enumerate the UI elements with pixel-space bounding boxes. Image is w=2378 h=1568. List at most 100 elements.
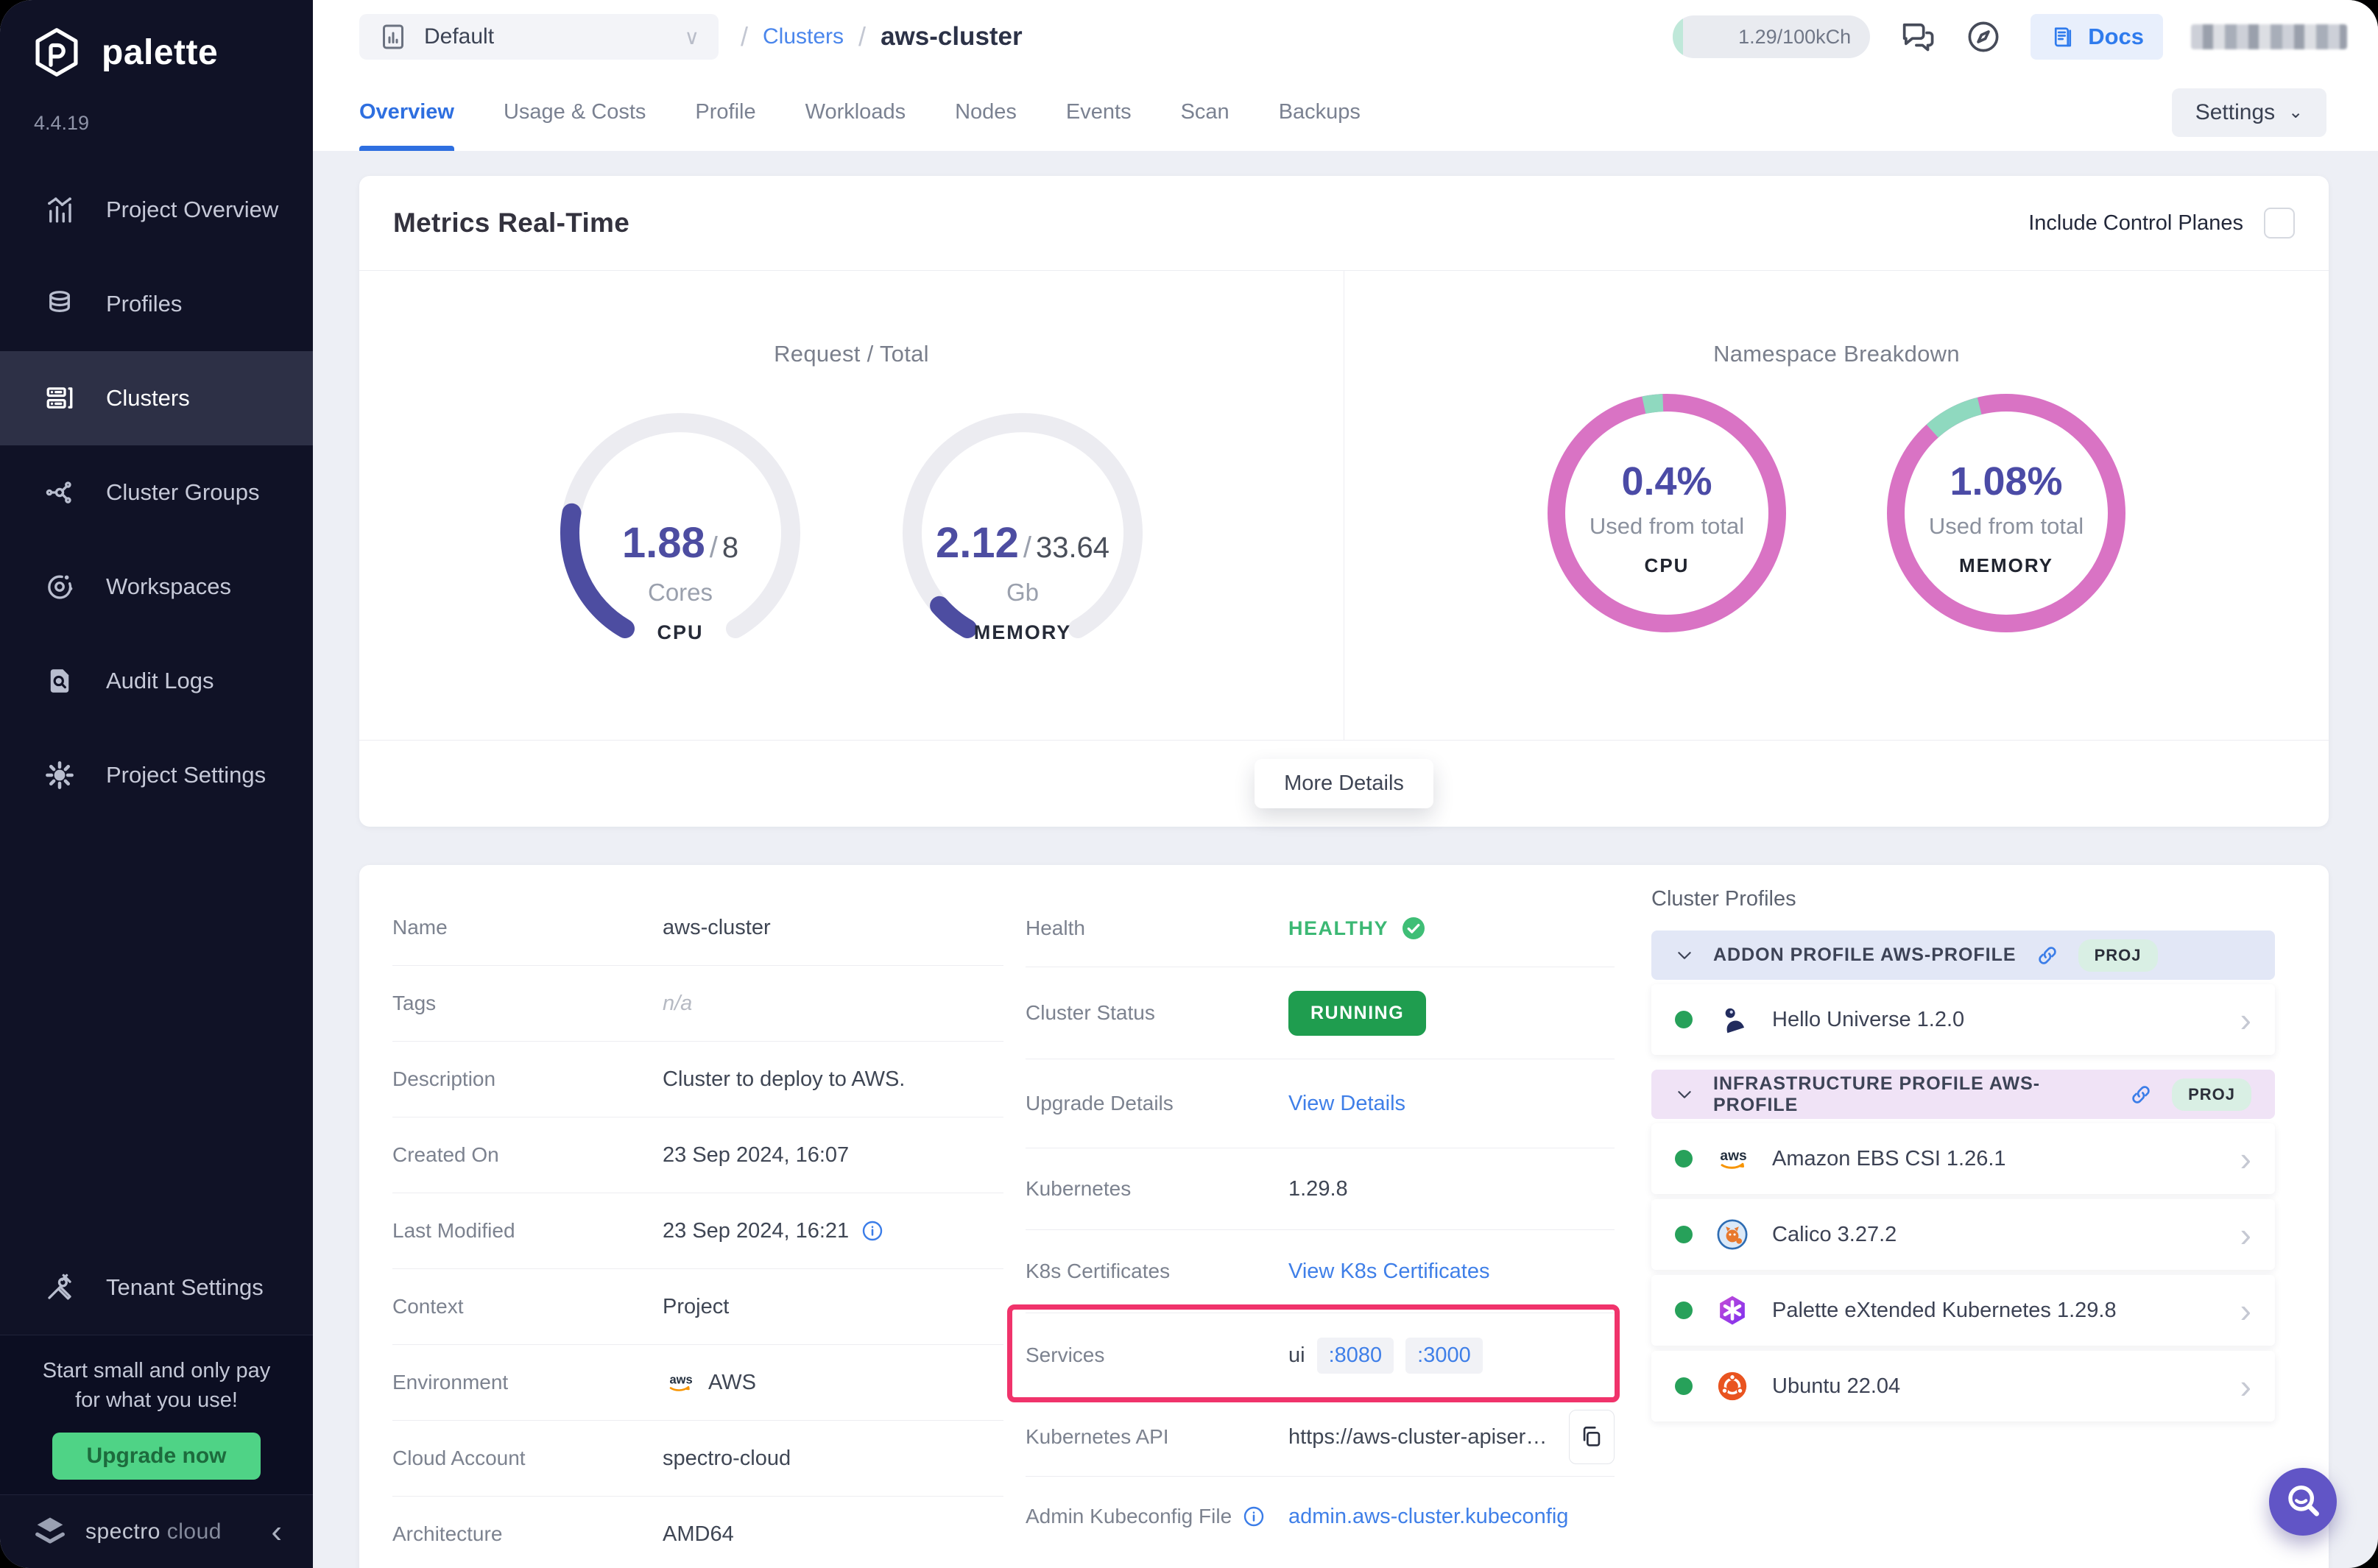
service-name: ui (1288, 1343, 1305, 1368)
profile-pack-hello-universe[interactable]: Hello Universe 1.2.0 › (1651, 984, 2275, 1055)
profile-group-label: INFRASTRUCTURE PROFILE AWS-PROFILE (1713, 1073, 2110, 1116)
tab-overview[interactable]: Overview (359, 74, 454, 151)
namespace-memory-percent: 1.08% (1881, 459, 2131, 504)
magnifier-icon (2282, 1481, 2324, 1522)
layers-icon (43, 289, 77, 319)
upsell-text: Start small and only pay for what you us… (0, 1356, 313, 1415)
detail-value: 23 Sep 2024, 16:21 (663, 1219, 884, 1243)
orbit-icon (43, 571, 77, 602)
profile-pack-ubuntu[interactable]: Ubuntu 22.04 › (1651, 1351, 2275, 1422)
tab-usage-costs[interactable]: Usage & Costs (504, 74, 646, 151)
status-row-k8s-certificates: K8s Certificates View K8s Certificates (1026, 1230, 1615, 1313)
sidebar-item-label: Tenant Settings (106, 1274, 264, 1301)
chevron-down-icon (1675, 946, 1694, 965)
sidebar-item-label: Clusters (106, 385, 190, 412)
addon-profile-header[interactable]: ADDON PROFILE AWS-PROFILE PROJ (1651, 930, 2275, 980)
detail-label: Architecture (392, 1522, 663, 1546)
breadcrumb-separator: / (741, 21, 748, 52)
docs-button[interactable]: Docs (2031, 14, 2163, 60)
cluster-profiles-column: Cluster Profiles ADDON PROFILE AWS-PROFI… (1651, 865, 2296, 1568)
tab-profile[interactable]: Profile (695, 74, 755, 151)
detail-row-architecture: Architecture AMD64 (392, 1497, 1003, 1568)
metrics-header: Metrics Real-Time Include Control Planes (359, 176, 2329, 271)
detail-row-last-modified: Last Modified 23 Sep 2024, 16:21 (392, 1193, 1003, 1269)
proj-scope-badge: PROJ (2172, 1078, 2251, 1111)
sidebar-item-cluster-groups[interactable]: Cluster Groups (0, 445, 313, 540)
service-port-link[interactable]: :3000 (1405, 1338, 1483, 1374)
info-icon[interactable] (861, 1219, 884, 1243)
tools-icon (43, 1272, 77, 1303)
running-status-badge: RUNNING (1288, 991, 1426, 1036)
status-row-health: Health HEALTHY (1026, 890, 1615, 967)
server-icon (43, 383, 77, 414)
floating-search-button[interactable] (2269, 1468, 2337, 1536)
settings-button[interactable]: Settings ⌄ (2172, 88, 2326, 137)
detail-label: Name (392, 916, 663, 939)
project-selector[interactable]: Default ∨ (359, 14, 719, 60)
detail-label: Environment (392, 1371, 663, 1394)
detail-label: Context (392, 1295, 663, 1318)
upsell-panel: Start small and only pay for what you us… (0, 1335, 313, 1494)
status-row-services: Services ui :8080 :3000 (1026, 1313, 1615, 1398)
chat-icon[interactable] (1898, 18, 1936, 56)
gear-icon (43, 760, 77, 791)
sidebar-item-project-overview[interactable]: Project Overview (0, 163, 313, 257)
include-control-planes-checkbox[interactable] (2264, 208, 2295, 239)
status-row-kubeconfig: Admin Kubeconfig File admin.aws-cluster.… (1026, 1477, 1615, 1556)
calico-icon (1715, 1217, 1750, 1252)
link-icon[interactable] (2129, 1083, 2153, 1106)
cluster-tabs: Overview Usage & Costs Profile Workloads… (313, 74, 2378, 151)
request-total-title: Request / Total (359, 341, 1344, 367)
profile-pack-amazon-ebs-csi[interactable]: aws Amazon EBS CSI 1.26.1 › (1651, 1123, 2275, 1194)
service-port-link[interactable]: :8080 (1317, 1338, 1394, 1374)
cpu-gauge: 1.88/8 Cores CPU (555, 408, 805, 658)
sidebar-item-audit-logs[interactable]: Audit Logs (0, 634, 313, 728)
profile-pack-palette-extended-kubernetes[interactable]: Palette eXtended Kubernetes 1.29.8 › (1651, 1275, 2275, 1346)
tab-workloads[interactable]: Workloads (805, 74, 906, 151)
profile-pack-calico[interactable]: Calico 3.27.2 › (1651, 1199, 2275, 1270)
detail-label: Admin Kubeconfig File (1026, 1505, 1288, 1528)
detail-label: Upgrade Details (1026, 1092, 1288, 1115)
info-icon[interactable] (1242, 1505, 1266, 1528)
more-details-button[interactable]: More Details (1255, 759, 1433, 808)
view-k8s-certificates-link[interactable]: View K8s Certificates (1288, 1260, 1489, 1284)
namespace-cpu-label: CPU (1542, 554, 1792, 577)
kubeconfig-download-link[interactable]: admin.aws-cluster.kubeconfig (1288, 1505, 1568, 1529)
sidebar-item-tenant-settings[interactable]: Tenant Settings (0, 1241, 356, 1334)
collapse-sidebar-icon[interactable]: ‹ (271, 1516, 282, 1548)
tab-scan[interactable]: Scan (1181, 74, 1229, 151)
upgrade-now-button[interactable]: Upgrade now (52, 1433, 260, 1480)
project-selector-value: Default (424, 24, 494, 49)
usage-quota-value: 1.29/100kCh (1738, 26, 1851, 49)
link-icon[interactable] (2036, 944, 2059, 967)
memory-gauge-value: 2.12/33.64 (897, 518, 1148, 568)
compass-icon[interactable] (1964, 18, 2003, 56)
sidebar-item-workspaces[interactable]: Workspaces (0, 540, 313, 634)
detail-value: aws AWS (663, 1369, 756, 1396)
breadcrumb-clusters-link[interactable]: Clusters (763, 24, 844, 49)
sidebar-item-project-settings[interactable]: Project Settings (0, 728, 313, 822)
detail-value: spectro-cloud (663, 1447, 791, 1471)
docs-label: Docs (2088, 24, 2144, 50)
sidebar-item-clusters[interactable]: Clusters (0, 351, 313, 445)
sidebar-item-profiles[interactable]: Profiles (0, 257, 313, 351)
detail-value: AMD64 (663, 1522, 734, 1547)
infrastructure-profile-header[interactable]: INFRASTRUCTURE PROFILE AWS-PROFILE PROJ (1651, 1070, 2275, 1119)
tab-events[interactable]: Events (1066, 74, 1132, 151)
user-account-name-redacted[interactable] (2191, 24, 2347, 49)
sidebar-item-label: Project Overview (106, 197, 278, 223)
view-details-link[interactable]: View Details (1288, 1092, 1405, 1116)
network-nodes-icon (43, 477, 77, 508)
detail-row-created-on: Created On 23 Sep 2024, 16:07 (392, 1117, 1003, 1193)
tab-backups[interactable]: Backups (1279, 74, 1361, 151)
tab-nodes[interactable]: Nodes (955, 74, 1017, 151)
detail-row-environment: Environment aws AWS (392, 1345, 1003, 1421)
detail-label: Created On (392, 1143, 663, 1167)
copy-icon[interactable] (1569, 1410, 1615, 1464)
usage-quota-pill[interactable]: 1.29/100kCh (1673, 15, 1870, 58)
memory-gauge-label: MEMORY (897, 621, 1148, 644)
detail-row-tags: Tags n/a (392, 966, 1003, 1042)
details-column: Name aws-cluster Tags n/a Description Cl… (392, 865, 1003, 1568)
chevron-down-icon: ⌄ (2288, 102, 2303, 123)
book-icon (2050, 24, 2076, 50)
